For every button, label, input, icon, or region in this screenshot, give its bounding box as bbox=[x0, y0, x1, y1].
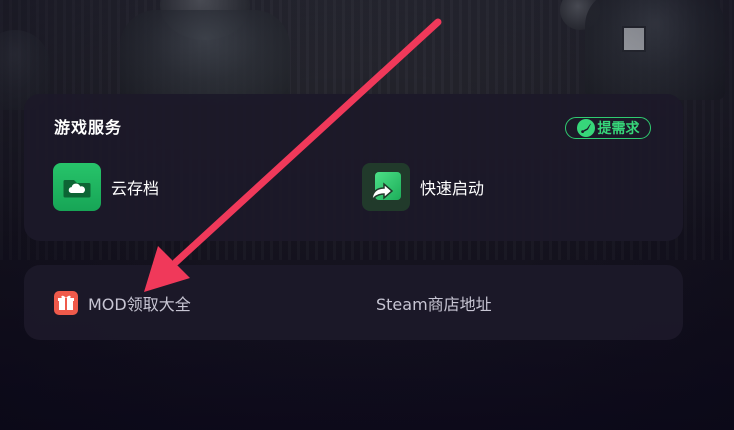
request-button-label: 提需求 bbox=[597, 121, 640, 137]
mod-collection-label: MOD领取大全 bbox=[88, 294, 191, 314]
cloud-save-label: 云存档 bbox=[111, 179, 160, 198]
steam-store-link[interactable]: Steam商店地址 bbox=[376, 265, 492, 340]
steam-store-label: Steam商店地址 bbox=[376, 294, 492, 314]
request-feature-button[interactable]: 提需求 bbox=[565, 117, 651, 139]
services-title: 游戏服务 bbox=[54, 118, 123, 137]
brush-icon bbox=[576, 119, 595, 137]
cloud-save-item[interactable]: 云存档 bbox=[53, 163, 159, 211]
cloud-folder-icon bbox=[53, 163, 101, 211]
quick-launch-label: 快速启动 bbox=[420, 179, 485, 198]
game-services-card: 游戏服务 提需求 云存档 快速启动 bbox=[24, 94, 683, 241]
quick-launch-arrow-icon bbox=[362, 163, 410, 211]
links-card: MOD领取大全 Steam商店地址 bbox=[24, 265, 683, 340]
quick-launch-item[interactable]: 快速启动 bbox=[362, 163, 484, 211]
mod-collection-link[interactable]: MOD领取大全 bbox=[54, 265, 191, 340]
gift-icon bbox=[54, 290, 78, 315]
